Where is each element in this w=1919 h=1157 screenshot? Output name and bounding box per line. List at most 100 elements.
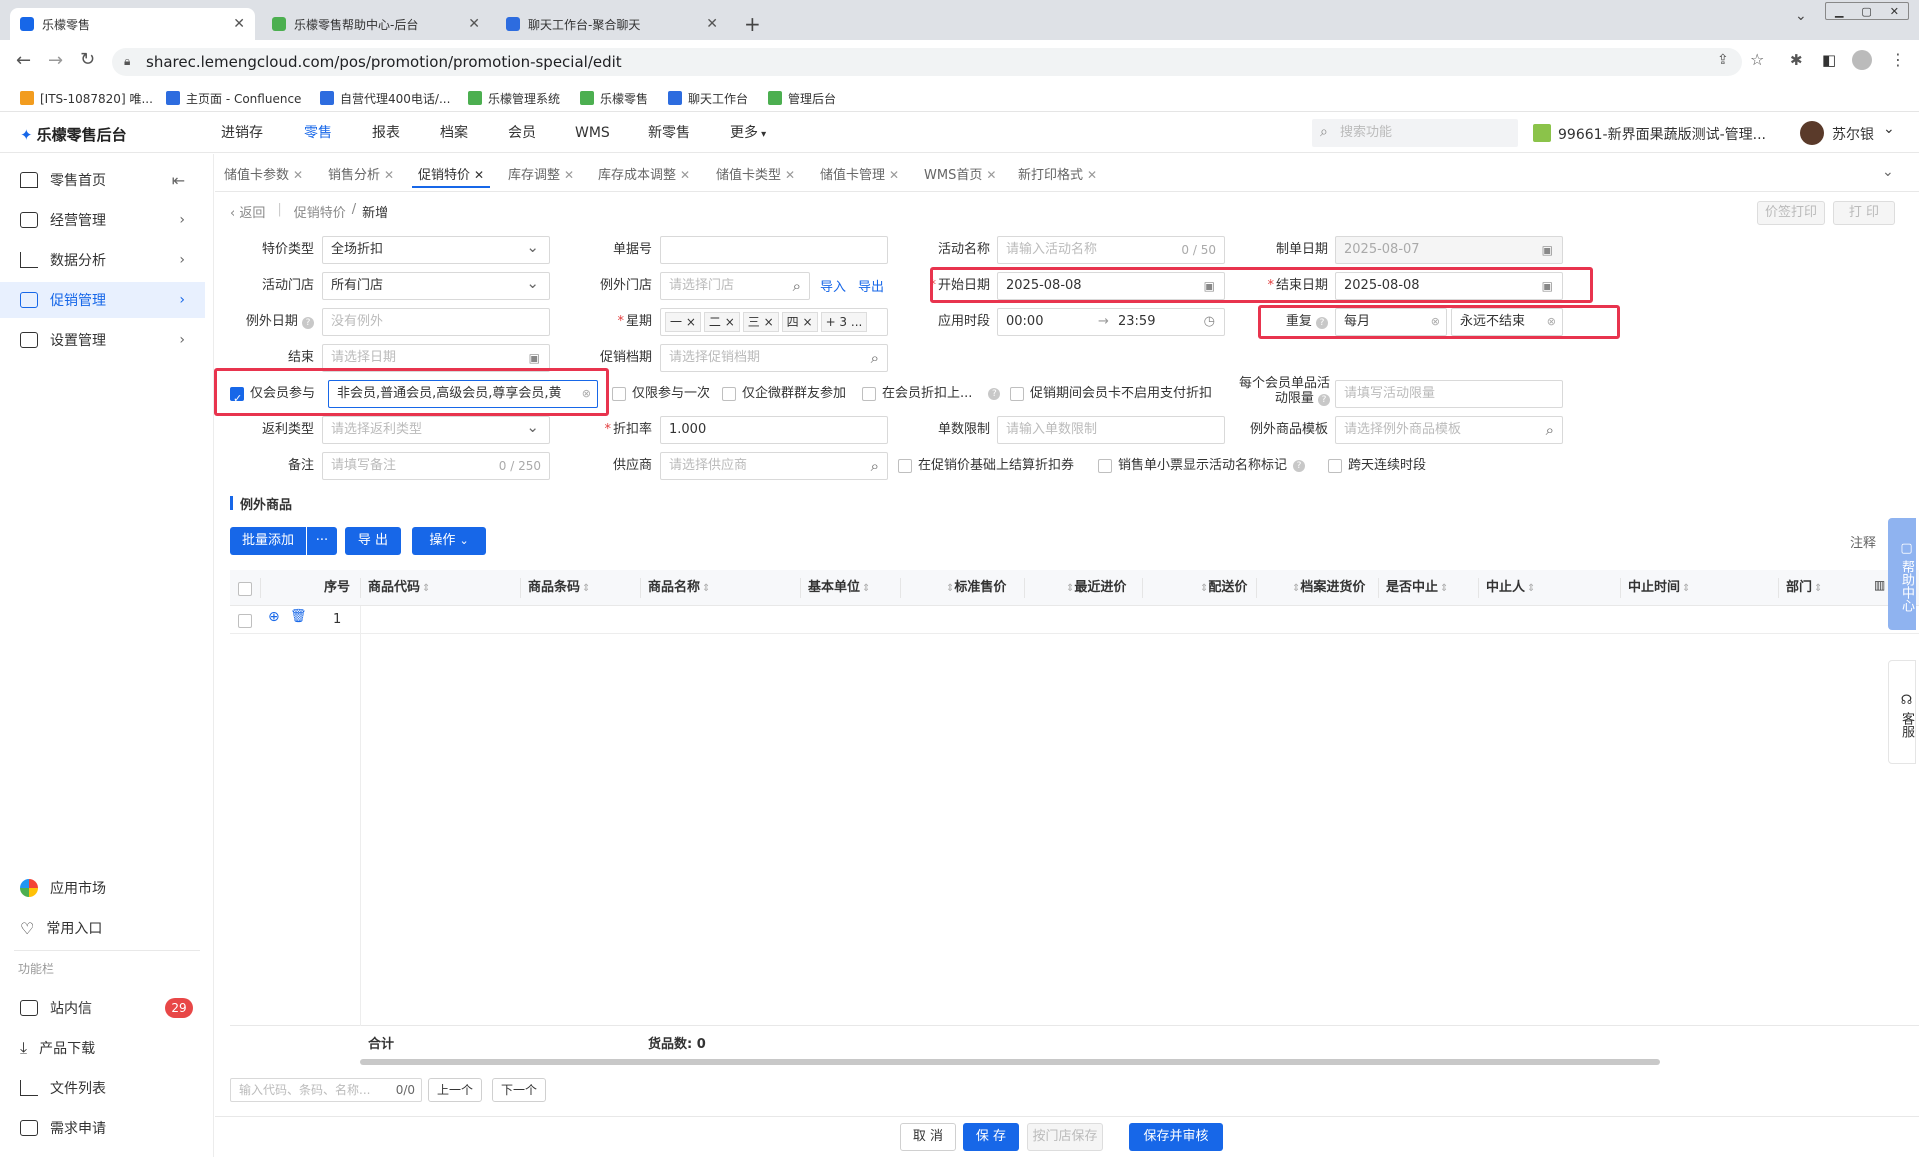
col-suspender[interactable]: 中止人 ⇕ (1486, 570, 1535, 606)
new-tab-icon[interactable]: + (744, 12, 761, 36)
sidebar-item-favorites[interactable]: ♡ 常用入口 (0, 910, 205, 946)
browser-tab-lemeng[interactable]: 乐檬零售 ✕ (10, 8, 255, 40)
profile-avatar-icon[interactable] (1852, 50, 1872, 70)
lock-icon[interactable]: 🔒︎ (124, 54, 130, 69)
col-archive-price[interactable]: ⇕档案进货价 (1290, 570, 1365, 606)
nav-archive[interactable]: 档案 (440, 113, 468, 153)
tab-stock-cost-adjust[interactable]: 库存成本调整 ✕ (592, 162, 696, 188)
single-limit-input[interactable]: 请输入单数限制 (997, 416, 1225, 444)
bookmark-lemeng-mgmt[interactable]: 乐檬管理系统 (468, 88, 560, 108)
customer-service-float[interactable]: ☊ 客服 (1888, 660, 1916, 764)
col-suspend-time[interactable]: 中止时间 ⇕ (1628, 570, 1690, 606)
user-avatar[interactable] (1800, 121, 1824, 145)
discount-rate-input[interactable]: 1.000 (660, 416, 888, 444)
sidebar-item-app-market[interactable]: 应用市场 (0, 870, 205, 906)
tab-wms-home[interactable]: WMS首页 ✕ (918, 162, 1002, 188)
wecom-group-checkbox[interactable]: 仅企微群群友参加 (722, 381, 846, 407)
checkbox-icon[interactable] (898, 459, 912, 473)
checkbox-icon[interactable] (1328, 459, 1342, 473)
remark-input[interactable]: 请填写备注 0 / 250 (322, 452, 550, 480)
cross-day-checkbox[interactable]: 跨天连续时段 (1328, 453, 1426, 479)
tab-search-icon[interactable]: ⌄ (1795, 8, 1807, 24)
once-only-checkbox[interactable]: 仅限参与一次 (612, 381, 710, 407)
checkbox-icon[interactable] (238, 581, 252, 596)
checkbox-icon[interactable] (722, 387, 736, 401)
tab-stored-card-mgmt[interactable]: 储值卡管理 ✕ (814, 162, 905, 188)
prev-button[interactable]: 上一个 (428, 1078, 482, 1102)
close-icon[interactable]: ✕ (1087, 168, 1097, 182)
import-link[interactable]: 导入 (820, 276, 846, 295)
sidebar-item-operations[interactable]: 经营管理 › (0, 202, 205, 238)
close-icon[interactable]: ✕ (384, 168, 394, 182)
extensions-icon[interactable]: ✱ (1790, 51, 1803, 69)
sort-icon[interactable]: ⇕ (1814, 583, 1822, 594)
col-suspended[interactable]: 是否中止 ⇕ (1386, 570, 1448, 606)
close-icon[interactable]: ✕ (680, 168, 690, 182)
sidebar-item-download[interactable]: ⤓ 产品下载 (0, 1030, 205, 1066)
save-and-audit-button[interactable]: 保存并审核 (1129, 1123, 1223, 1151)
tab-stored-card-type[interactable]: 储值卡类型 ✕ (710, 162, 801, 188)
time-end[interactable]: 23:59 (1118, 309, 1155, 335)
operate-dropdown-button[interactable]: 操作 ⌄ (412, 527, 486, 555)
minimize-icon[interactable]: ▁ (1835, 5, 1843, 18)
close-tab-icon[interactable]: ✕ (706, 16, 718, 32)
close-icon[interactable]: ✕ (889, 168, 899, 182)
close-tab-icon[interactable]: ✕ (233, 16, 245, 32)
except-template-input[interactable]: 请选择例外商品模板 (1335, 416, 1563, 444)
member-only-checkbox[interactable]: 仅会员参与 (230, 381, 315, 412)
browser-menu-icon[interactable]: ⋮ (1890, 50, 1906, 69)
forward-arrow-icon[interactable]: → (48, 50, 63, 71)
sort-icon[interactable]: ⇕ (862, 583, 870, 594)
price-label-print-button[interactable]: 价签打印 (1757, 201, 1825, 225)
browser-tab-chat[interactable]: 聊天工作台-聚合聊天 ✕ (496, 8, 728, 40)
sidebar-item-requests[interactable]: 需求申请 (0, 1110, 205, 1146)
week-tag[interactable]: 三 × (742, 312, 779, 332)
nav-retail[interactable]: 零售 (298, 113, 338, 153)
bookmark-400[interactable]: 自营代理400电话/... (320, 88, 450, 108)
promo-archive-input[interactable]: 请选择促销档期 (660, 344, 888, 372)
week-multiselect[interactable]: 一 × 二 × 三 × 四 × + 3 ... (660, 308, 888, 336)
function-search-input[interactable]: 搜索功能 (1312, 119, 1518, 147)
sort-icon[interactable]: ⇕ (422, 583, 430, 594)
select-all-checkbox[interactable] (238, 581, 252, 596)
col-recent-price[interactable]: ⇕最近进价 (1064, 570, 1126, 606)
col-barcode[interactable]: 商品条码 ⇕ (528, 570, 590, 606)
col-goods-name[interactable]: 商品名称 ⇕ (648, 570, 710, 606)
week-more-tag[interactable]: + 3 ... (820, 312, 868, 332)
maximize-icon[interactable]: ▢ (1861, 5, 1871, 18)
checkbox-icon[interactable] (238, 613, 252, 628)
close-icon[interactable]: ✕ (785, 168, 795, 182)
browser-tab-help[interactable]: 乐檬零售帮助中心-后台 ✕ (262, 8, 490, 40)
close-icon[interactable]: ✕ (986, 168, 996, 182)
end-date-input[interactable]: 2025-08-08 (1335, 272, 1563, 300)
app-logo[interactable]: ✦ 乐檬零售后台 (20, 124, 127, 145)
special-type-select[interactable]: 全场折扣 (322, 236, 550, 264)
column-settings-icon[interactable]: ▥ (1874, 578, 1885, 592)
nav-more[interactable]: 更多 ▾ (730, 113, 766, 153)
tab-promotion-special[interactable]: 促销特价 ✕ (412, 162, 491, 188)
tab-new-print-format[interactable]: 新打印格式 ✕ (1012, 162, 1103, 188)
cancel-button[interactable]: 取 消 (900, 1123, 956, 1151)
bookmark-admin[interactable]: 管理后台 (768, 88, 836, 108)
delete-row-icon[interactable]: 🗑︎ (290, 609, 307, 624)
tab-stock-adjust[interactable]: 库存调整 ✕ (502, 162, 580, 188)
window-close-icon[interactable]: ✕ (1890, 5, 1899, 18)
create-date-input[interactable]: 2025-08-07 (1335, 236, 1563, 264)
end-date-picker[interactable]: 请选择日期 (322, 344, 550, 372)
url-input[interactable]: sharec.lemengcloud.com/pos/promotion/pro… (112, 48, 1742, 76)
help-icon[interactable]: ? (302, 317, 314, 329)
receipt-activity-name-checkbox[interactable]: 销售单小票显示活动名称标记? (1098, 453, 1306, 479)
close-icon[interactable]: ✕ (293, 168, 303, 182)
col-department[interactable]: 部门 ⇕ (1786, 570, 1822, 606)
close-icon[interactable]: ✕ (564, 168, 574, 182)
add-row-icon[interactable]: ⊕ (268, 609, 280, 625)
nav-new-retail[interactable]: 新零售 (648, 113, 690, 153)
coupon-settle-checkbox[interactable]: 在促销价基础上结算折扣券 (898, 453, 1074, 479)
bookmark-its[interactable]: [ITS-1087820] 唯... (20, 88, 153, 108)
nav-wms[interactable]: WMS (575, 113, 610, 153)
except-store-input[interactable]: 请选择门店 (660, 272, 810, 300)
checkbox-icon[interactable] (1010, 387, 1024, 401)
user-dropdown-icon[interactable]: ⌄ (1883, 121, 1895, 137)
checkbox-icon[interactable] (612, 387, 626, 401)
clear-icon[interactable]: ⊗ (582, 381, 591, 407)
